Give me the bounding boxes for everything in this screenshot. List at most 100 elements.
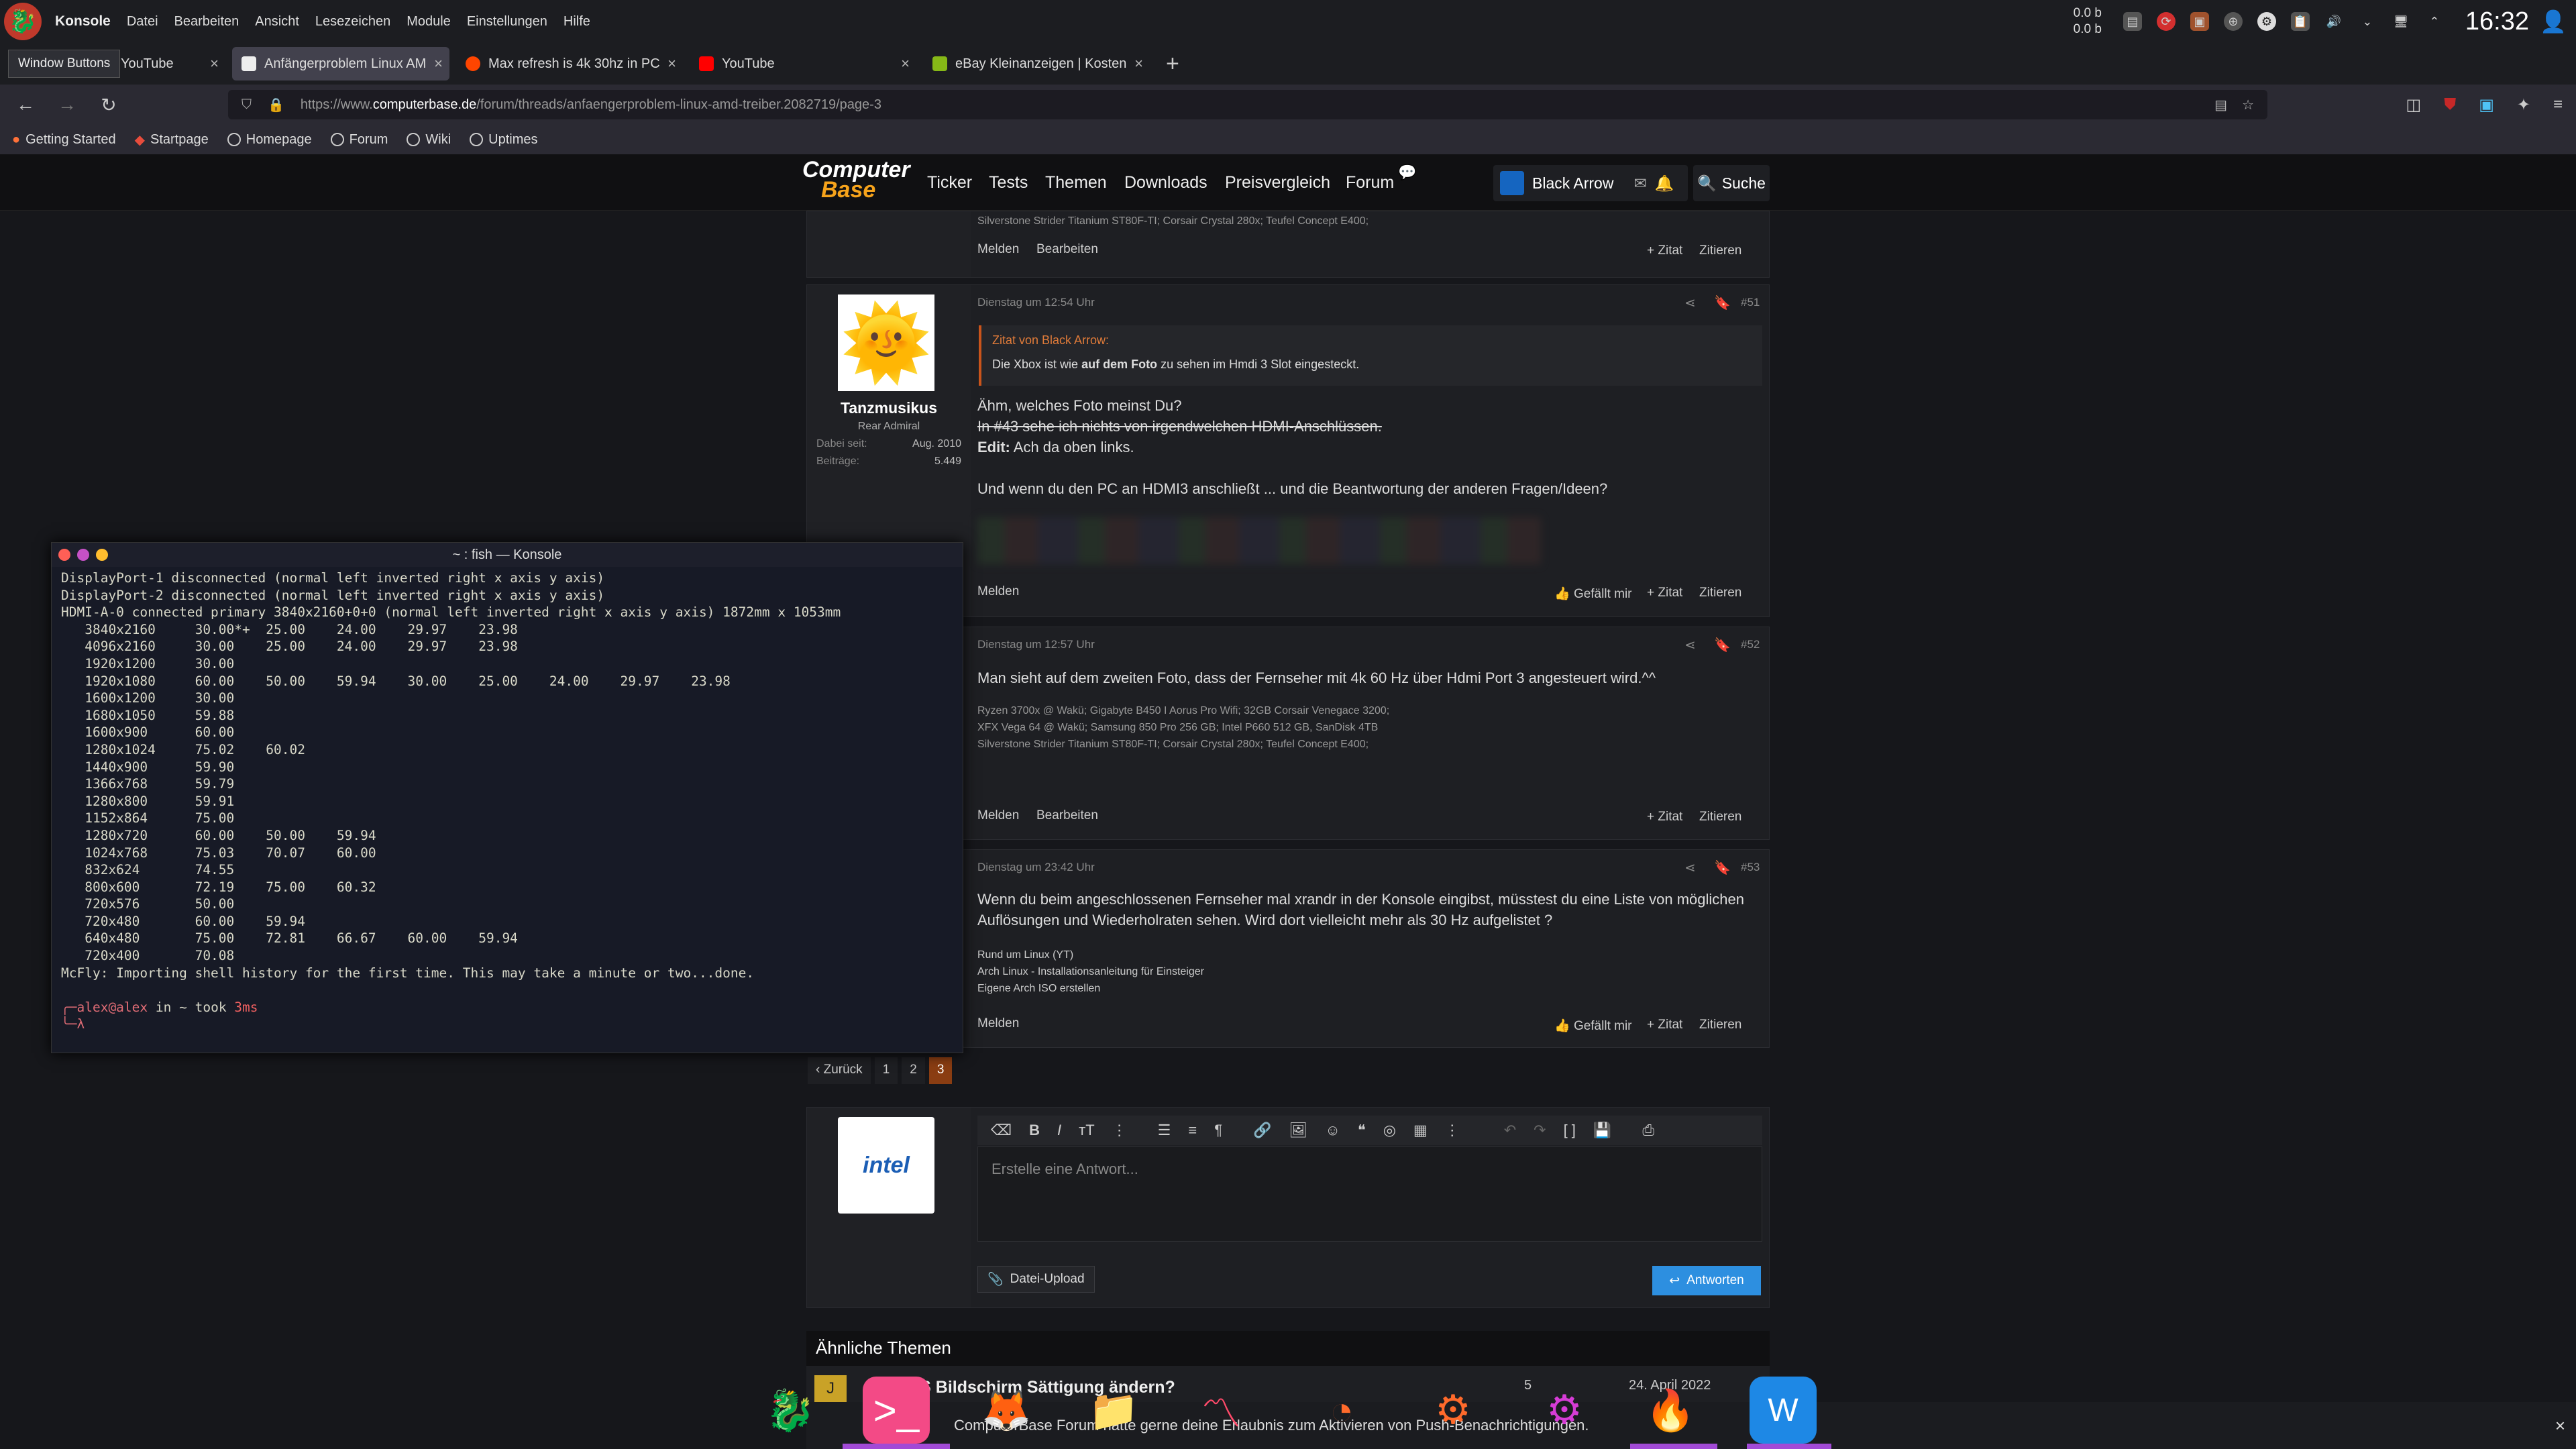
pager-page-2[interactable]: 2 (902, 1057, 925, 1084)
volume-icon[interactable]: 🔊 (2324, 12, 2343, 31)
report-link[interactable]: Melden (977, 584, 1019, 599)
post-date[interactable]: Dienstag um 12:57 Uhr (977, 638, 1095, 651)
chevron-down-icon[interactable]: ⌄ (2358, 12, 2377, 31)
computerbase-logo[interactable]: Computer Base (802, 158, 910, 201)
edit-link[interactable]: Bearbeiten (1036, 242, 1098, 257)
menu-datei[interactable]: Datei (127, 14, 158, 30)
chat-bubble-icon[interactable]: 💬 (1398, 164, 1416, 181)
image-icon[interactable]: 🖼 (1289, 1122, 1307, 1139)
extension-icon[interactable]: ▣ (2479, 95, 2494, 115)
post-date[interactable]: Dienstag um 23:42 Uhr (977, 861, 1095, 874)
quote-link[interactable]: Zitieren (1699, 244, 1741, 258)
system-monitor-icon[interactable]: 〽 (1187, 1377, 1254, 1444)
report-link[interactable]: Melden (977, 1016, 1019, 1031)
close-icon[interactable]: × (1134, 55, 1143, 72)
disk-usage-icon[interactable]: ◔ (1308, 1377, 1375, 1444)
draft-icon[interactable]: 💾 (1593, 1122, 1611, 1139)
menu-lesezeichen[interactable]: Lesezeichen (315, 14, 390, 30)
like-link[interactable]: 👍 Gefällt mir (1554, 586, 1632, 602)
ublock-icon[interactable]: ⛊ (2444, 95, 2456, 114)
nav-forum[interactable]: Forum (1346, 173, 1394, 193)
spoiler-icon[interactable]: ◎ (1383, 1122, 1396, 1139)
terminal-output[interactable]: DisplayPort-1 disconnected (normal left … (52, 567, 963, 1036)
reader-mode-icon[interactable]: ▤ (2214, 97, 2227, 113)
signature-link[interactable]: Rund um Linux (YT) (977, 947, 1204, 963)
file-manager-icon[interactable]: 📁 (1080, 1377, 1147, 1444)
file-upload-button[interactable]: 📎 Datei-Upload (977, 1266, 1095, 1293)
tab-reddit[interactable]: Max refresh is 4k 30hz in PC × (456, 47, 683, 80)
lock-icon[interactable]: 🔒 (268, 97, 284, 113)
menu-ansicht[interactable]: Ansicht (255, 14, 299, 30)
quote-link[interactable]: Zitieren (1699, 1018, 1741, 1032)
align-icon[interactable]: ≡ (1188, 1122, 1197, 1139)
quote-author[interactable]: Zitat von Black Arrow: (992, 333, 1109, 347)
tab-computerbase[interactable]: Anfängerproblem Linux AMD × (232, 47, 449, 80)
bell-icon[interactable]: 🔔 (1655, 174, 1674, 193)
font-size-icon[interactable]: тT (1079, 1122, 1095, 1139)
display-icon[interactable]: 🖥 (2392, 12, 2410, 31)
quote-link[interactable]: Zitieren (1699, 586, 1741, 600)
hamburger-menu-icon[interactable]: ≡ (2553, 95, 2563, 114)
user-icon[interactable]: 👤 (2540, 9, 2567, 34)
quote-icon[interactable]: ❝ (1358, 1122, 1366, 1139)
paragraph-icon[interactable]: ¶ (1214, 1122, 1222, 1139)
bookmark-icon[interactable]: 🔖 (1714, 637, 1731, 653)
quote-plus-link[interactable]: + Zitat (1647, 244, 1682, 258)
steam-icon[interactable]: ⚙ (2257, 12, 2276, 31)
close-icon[interactable]: × (2555, 1415, 2565, 1436)
bookmark-forum[interactable]: Forum (330, 132, 388, 148)
signature-link[interactable]: Eigene Arch ISO erstellen (977, 980, 1204, 997)
undo-icon[interactable]: ↶ (1504, 1122, 1516, 1139)
table-icon[interactable]: ▦ (1413, 1122, 1428, 1139)
menu-einstellungen[interactable]: Einstellungen (467, 14, 547, 30)
menu-module[interactable]: Module (407, 14, 451, 30)
close-icon[interactable]: × (434, 55, 443, 72)
close-icon[interactable]: × (901, 55, 910, 72)
konsole-titlebar[interactable]: ~ : fish — Konsole (52, 543, 963, 567)
close-icon[interactable]: × (667, 55, 676, 72)
mail-icon[interactable]: ✉ (1633, 174, 1646, 193)
code-icon[interactable]: [ ] (1564, 1122, 1576, 1139)
bookmark-icon[interactable]: 🔖 (1714, 294, 1731, 311)
extensions-puzzle-icon[interactable]: ✦ (2517, 95, 2530, 115)
more-icon[interactable]: ⋮ (1445, 1122, 1460, 1139)
post-number[interactable]: #53 (1741, 861, 1760, 874)
word-processor-icon[interactable]: W (1750, 1377, 1817, 1444)
shield-icon[interactable]: ⛉ (241, 97, 252, 113)
new-tab-button[interactable]: + (1166, 51, 1179, 77)
pager-back[interactable]: ‹ Zurück (808, 1057, 871, 1084)
post-number[interactable]: #51 (1741, 296, 1760, 309)
report-link[interactable]: Melden (977, 242, 1019, 257)
nav-preisvergleich[interactable]: Preisvergleich (1225, 173, 1330, 193)
clock[interactable]: 16:32 (2465, 7, 2529, 36)
italic-icon[interactable]: I (1057, 1122, 1061, 1139)
tab-youtube-2[interactable]: YouTube × (690, 47, 916, 80)
bookmark-getting-started[interactable]: ● Getting Started (12, 132, 116, 148)
network-icon[interactable]: ⊕ (2223, 12, 2243, 31)
share-icon[interactable]: ⋖ (1684, 637, 1696, 653)
bookmark-icon[interactable]: 🔖 (1714, 859, 1731, 876)
nav-downloads[interactable]: Downloads (1124, 173, 1208, 193)
pager-page-3[interactable]: 3 (928, 1057, 953, 1084)
quote-plus-link[interactable]: + Zitat (1647, 1018, 1682, 1032)
kde-dragon-icon[interactable]: 🐉 (757, 1377, 824, 1444)
close-icon[interactable]: × (210, 55, 219, 72)
quote-link[interactable]: Zitieren (1699, 810, 1741, 824)
kde-dragon-icon[interactable]: 🐉 (4, 3, 42, 40)
app-tray-icon[interactable]: ▣ (2190, 12, 2209, 31)
menu-bearbeiten[interactable]: Bearbeiten (174, 14, 239, 30)
settings-gear-icon[interactable]: ⚙ (1419, 1377, 1487, 1444)
eraser-icon[interactable]: ⌫ (991, 1122, 1012, 1139)
tab-ebay[interactable]: eBay Kleinanzeigen | Kosten × (923, 47, 1150, 80)
nav-themen[interactable]: Themen (1045, 173, 1107, 193)
firefox-app-icon[interactable]: 🦊 (973, 1377, 1040, 1444)
more-icon[interactable]: ⋮ (1112, 1122, 1127, 1139)
bold-icon[interactable]: B (1029, 1122, 1040, 1139)
reply-editor-input[interactable]: Erstelle eine Antwort... (977, 1146, 1762, 1242)
konsole-window[interactable]: ~ : fish — Konsole DisplayPort-1 disconn… (51, 542, 963, 1053)
redo-icon[interactable]: ↷ (1534, 1122, 1546, 1139)
update-icon[interactable]: ⟳ (2156, 12, 2176, 31)
konsole-app-icon[interactable]: >_ (863, 1377, 930, 1444)
post-date[interactable]: Dienstag um 12:54 Uhr (977, 296, 1095, 309)
list-icon[interactable]: ☰ (1158, 1122, 1171, 1139)
